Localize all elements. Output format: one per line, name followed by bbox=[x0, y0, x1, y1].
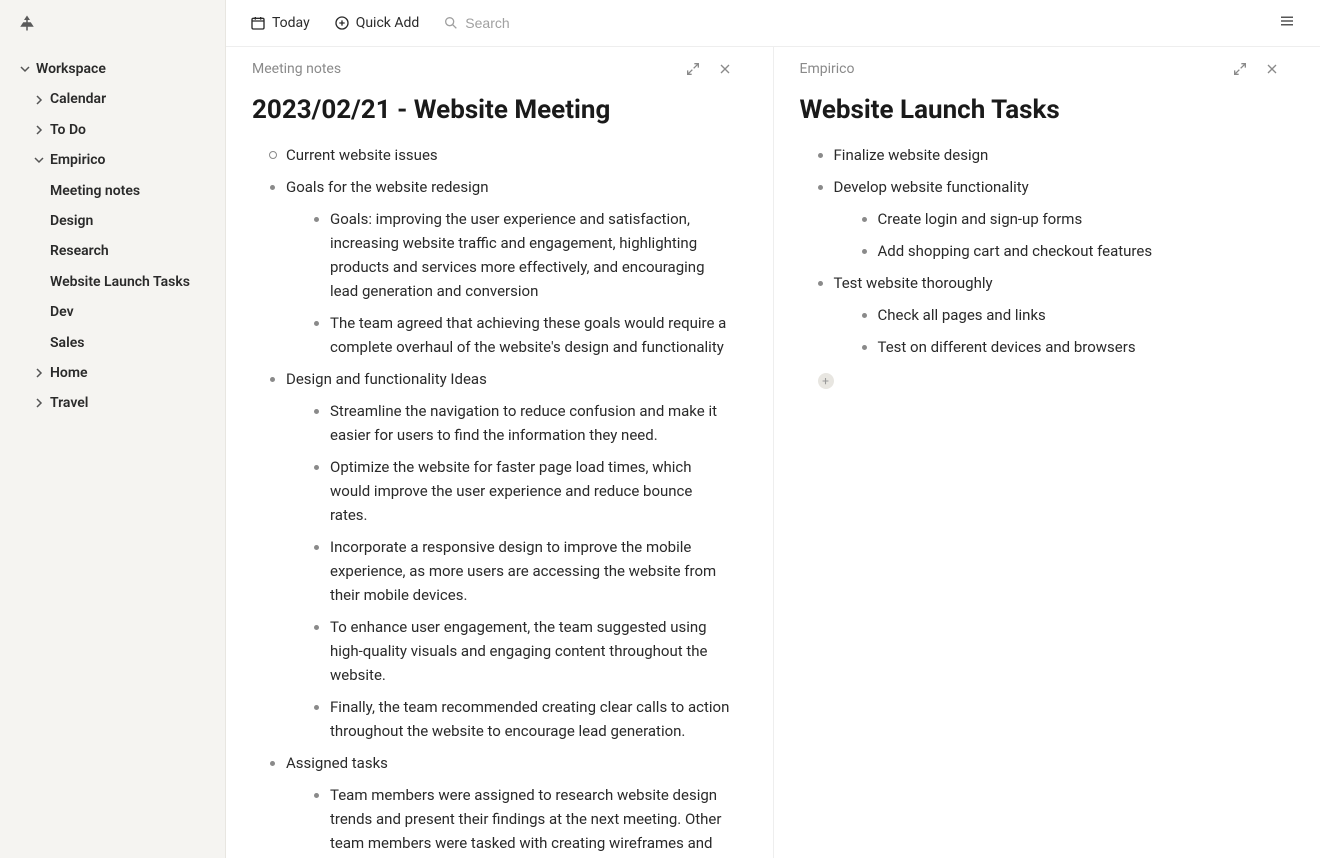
menu-button[interactable] bbox=[1278, 12, 1296, 34]
list-item[interactable]: Develop website functionality Create logi… bbox=[814, 175, 1281, 263]
chevron-right-icon bbox=[32, 396, 46, 410]
list-item[interactable]: Team members were assigned to research w… bbox=[310, 783, 733, 858]
list-item[interactable]: Streamline the navigation to reduce conf… bbox=[310, 399, 733, 447]
tree-logo-icon bbox=[18, 14, 36, 32]
chevron-right-icon bbox=[32, 93, 46, 107]
sidebar-item-label: Meeting notes bbox=[50, 180, 140, 202]
sidebar-root-workspace[interactable]: Workspace bbox=[14, 54, 225, 84]
quick-add-button[interactable]: Quick Add bbox=[334, 15, 420, 31]
sidebar-item-label: Empirico bbox=[50, 149, 105, 171]
sidebar-item-label: Travel bbox=[50, 392, 88, 414]
hamburger-icon bbox=[1278, 12, 1296, 30]
chevron-down-icon bbox=[18, 62, 32, 76]
sidebar-item-meeting-notes[interactable]: Meeting notes bbox=[14, 176, 225, 206]
pane-right-content[interactable]: Finalize website design Develop website f… bbox=[814, 143, 1281, 359]
today-label: Today bbox=[272, 15, 310, 31]
sidebar-root-label: Workspace bbox=[36, 58, 106, 80]
chevron-down-icon bbox=[32, 153, 46, 167]
list-item[interactable]: Finally, the team recommended creating c… bbox=[310, 695, 733, 743]
list-item-text: Test website thoroughly bbox=[834, 274, 993, 292]
search-input[interactable] bbox=[465, 15, 646, 31]
list-item-text: Streamline the navigation to reduce conf… bbox=[330, 402, 717, 444]
list-item-text: Goals: improving the user experience and… bbox=[330, 210, 705, 300]
close-icon[interactable] bbox=[717, 61, 733, 77]
quick-add-label: Quick Add bbox=[356, 15, 420, 31]
list-item[interactable]: Test on different devices and browsers bbox=[858, 335, 1281, 359]
sidebar-item-label: Design bbox=[50, 210, 93, 232]
list-item-text: Finally, the team recommended creating c… bbox=[330, 698, 729, 740]
list-item[interactable]: Add shopping cart and checkout features bbox=[858, 239, 1281, 263]
sidebar-item-label: Home bbox=[50, 362, 88, 384]
sidebar-item-to-do[interactable]: To Do bbox=[14, 115, 225, 145]
pane-right-crumb[interactable]: Empirico bbox=[800, 61, 855, 77]
expand-icon[interactable] bbox=[1232, 61, 1248, 77]
list-item[interactable]: Incorporate a responsive design to impro… bbox=[310, 535, 733, 607]
list-item-text: Finalize website design bbox=[834, 146, 989, 164]
sidebar-item-home[interactable]: Home bbox=[14, 358, 225, 388]
list-item[interactable]: The team agreed that achieving these goa… bbox=[310, 311, 733, 359]
pane-website-launch: Empirico Website Launch Tasks Finalize w… bbox=[774, 47, 1320, 858]
chevron-right-icon bbox=[32, 123, 46, 137]
add-item-button[interactable]: + bbox=[818, 373, 834, 389]
search-box[interactable] bbox=[443, 15, 646, 31]
list-item[interactable]: Current website issues bbox=[266, 143, 733, 167]
close-icon[interactable] bbox=[1264, 61, 1280, 77]
main-area: Today Quick Add Meeting notes 2023/02/21 bbox=[226, 0, 1320, 858]
calendar-icon bbox=[250, 15, 266, 31]
list-item[interactable]: Assigned tasks Team members were assigned… bbox=[266, 751, 733, 858]
sidebar-item-label: Dev bbox=[50, 301, 74, 323]
sidebar-item-label: Website Launch Tasks bbox=[50, 271, 190, 293]
list-item-text: Design and functionality Ideas bbox=[286, 370, 487, 388]
today-button[interactable]: Today bbox=[250, 15, 310, 31]
list-item[interactable]: Goals: improving the user experience and… bbox=[310, 207, 733, 303]
sidebar-item-calendar[interactable]: Calendar bbox=[14, 84, 225, 114]
list-item-text: Develop website functionality bbox=[834, 178, 1029, 196]
sidebar-item-label: Calendar bbox=[50, 88, 106, 110]
list-item-text: Optimize the website for faster page loa… bbox=[330, 458, 692, 524]
panes: Meeting notes 2023/02/21 - Website Meeti… bbox=[226, 47, 1320, 858]
list-item-text: Create login and sign-up forms bbox=[878, 210, 1083, 228]
list-item-text: Current website issues bbox=[286, 146, 438, 164]
sidebar-item-label: Sales bbox=[50, 332, 84, 354]
list-item[interactable]: Optimize the website for faster page loa… bbox=[310, 455, 733, 527]
list-item-text: Check all pages and links bbox=[878, 306, 1046, 324]
list-item[interactable]: Test website thoroughly Check all pages a… bbox=[814, 271, 1281, 359]
list-item-text: Incorporate a responsive design to impro… bbox=[330, 538, 716, 604]
search-icon bbox=[443, 15, 459, 31]
list-item[interactable]: Goals for the website redesign Goals: imp… bbox=[266, 175, 733, 359]
sidebar-item-dev[interactable]: Dev bbox=[14, 297, 225, 327]
sidebar-item-empirico[interactable]: Empirico bbox=[14, 145, 225, 175]
pane-meeting-notes: Meeting notes 2023/02/21 - Website Meeti… bbox=[226, 47, 773, 858]
app-logo[interactable] bbox=[18, 14, 225, 36]
sidebar-item-design[interactable]: Design bbox=[14, 206, 225, 236]
pane-left-content[interactable]: Current website issues Goals for the webs… bbox=[266, 143, 733, 858]
plus-circle-icon bbox=[334, 15, 350, 31]
list-item-text: Assigned tasks bbox=[286, 754, 388, 772]
list-item[interactable]: Create login and sign-up forms bbox=[858, 207, 1281, 231]
pane-left-title: 2023/02/21 - Website Meeting bbox=[252, 95, 733, 125]
topbar: Today Quick Add bbox=[226, 0, 1320, 47]
chevron-right-icon bbox=[32, 366, 46, 380]
list-item-text: Goals for the website redesign bbox=[286, 178, 489, 196]
list-item-text: Test on different devices and browsers bbox=[878, 338, 1136, 356]
sidebar-item-website-launch-tasks[interactable]: Website Launch Tasks bbox=[14, 267, 225, 297]
sidebar-item-research[interactable]: Research bbox=[14, 236, 225, 266]
expand-icon[interactable] bbox=[685, 61, 701, 77]
list-item-text: The team agreed that achieving these goa… bbox=[330, 314, 726, 356]
list-item[interactable]: Finalize website design bbox=[814, 143, 1281, 167]
sidebar: Workspace Calendar To Do Empirico Meeting n… bbox=[0, 0, 226, 858]
sidebar-item-travel[interactable]: Travel bbox=[14, 388, 225, 418]
list-item[interactable]: To enhance user engagement, the team sug… bbox=[310, 615, 733, 687]
list-item[interactable]: Check all pages and links bbox=[858, 303, 1281, 327]
list-item-text: Team members were assigned to research w… bbox=[330, 786, 729, 858]
sidebar-item-sales[interactable]: Sales bbox=[14, 328, 225, 358]
pane-left-crumb[interactable]: Meeting notes bbox=[252, 61, 341, 77]
pane-right-title: Website Launch Tasks bbox=[800, 95, 1281, 125]
sidebar-item-label: Research bbox=[50, 240, 109, 262]
sidebar-item-label: To Do bbox=[50, 119, 86, 141]
list-item-text: Add shopping cart and checkout features bbox=[878, 242, 1153, 260]
list-item-text: To enhance user engagement, the team sug… bbox=[330, 618, 708, 684]
list-item[interactable]: Design and functionality Ideas Streamline… bbox=[266, 367, 733, 743]
